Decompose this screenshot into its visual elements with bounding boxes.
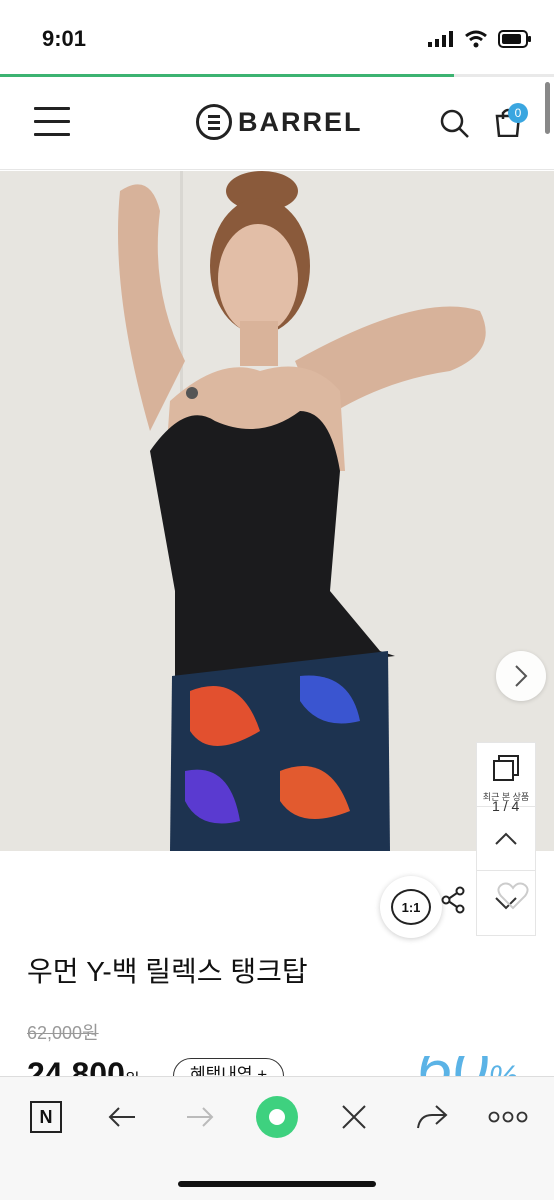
share-page-button[interactable] [410,1097,454,1137]
more-options-button[interactable] [486,1097,530,1137]
close-tab-button[interactable] [332,1097,376,1137]
more-dots-icon [488,1111,528,1123]
benefit-details-button[interactable]: 혜택내역 + [173,1058,285,1076]
site-header: BARREL 0 [0,77,554,170]
home-indicator[interactable] [178,1181,376,1187]
search-icon [440,109,469,138]
original-price: 62,000원 [27,1023,99,1043]
brand-name: BARREL [238,106,363,137]
hamburger-icon-line [34,120,70,123]
heart-icon [497,882,529,910]
one-on-one-chat-button[interactable]: 1:1 [380,876,442,938]
brand-logo-icon [196,104,232,140]
naver-label: N [39,1106,53,1127]
sale-price: 24,800원 [27,1056,140,1076]
cart-count-badge: 0 [508,103,528,123]
product-title: 우먼 Y-백 릴렉스 탱크탑 [27,956,308,987]
cart-button[interactable]: 0 [494,103,528,142]
arrow-right-icon [187,1107,214,1127]
green-dot-icon [256,1096,298,1138]
menu-button[interactable] [34,107,70,137]
chat-bubble-icon: 1:1 [391,889,431,925]
chat-label: 1:1 [401,899,421,915]
scrollbar[interactable] [545,82,550,134]
brand-logo[interactable]: BARREL [196,104,363,140]
search-button[interactable] [440,109,470,144]
hamburger-icon-line [34,107,70,110]
discount-value: 60 [417,1056,488,1076]
discount-rate: 60% [417,1056,518,1076]
share-icon [441,886,465,914]
discount-unit: % [488,1059,518,1076]
wifi-icon [465,30,487,48]
image-counter: 1 / 4 [492,798,520,814]
hamburger-icon-line [34,133,70,136]
scroll-up-button[interactable] [477,807,535,871]
green-dot-button[interactable] [255,1096,299,1138]
wishlist-button[interactable] [497,882,529,915]
status-icons [428,30,532,48]
naver-icon: N [30,1101,62,1133]
next-image-button[interactable] [496,651,546,701]
recent-items-icon [493,755,519,781]
signal-icon [428,31,453,47]
battery-icon [498,30,531,48]
sale-price-value: 24,800 [27,1056,125,1076]
back-button[interactable] [100,1097,144,1137]
price-row: 24,800원 혜택내역 + 60% [27,1056,554,1076]
share-arrow-icon [417,1105,448,1129]
forward-button[interactable] [178,1097,222,1137]
chevron-up-icon [495,832,517,845]
product-image[interactable] [0,171,554,851]
naver-home-button[interactable]: N [24,1097,68,1137]
chevron-right-icon [515,665,528,687]
arrow-left-icon [108,1107,135,1127]
share-button[interactable] [440,886,466,919]
status-time: 9:01 [42,26,87,51]
close-icon [342,1105,366,1129]
product-photo [0,171,554,851]
status-bar: 9:01 [0,0,554,74]
